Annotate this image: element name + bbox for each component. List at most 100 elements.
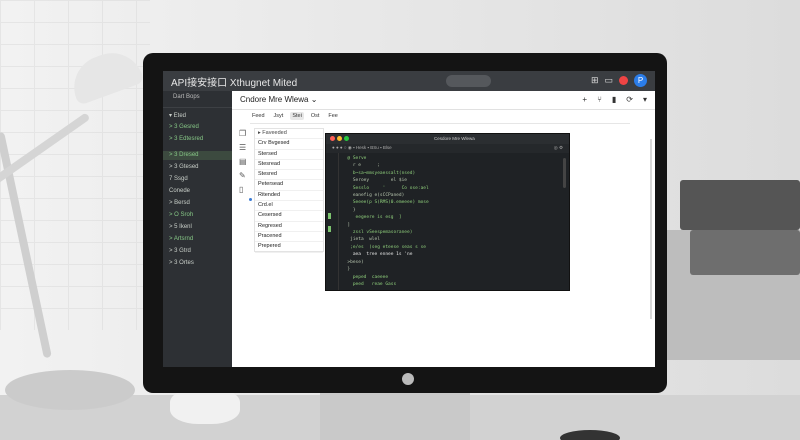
topbar-actions: + ⑂ ▮ ⟳ ▾ (582, 95, 647, 104)
add-icon[interactable]: + (582, 95, 587, 104)
collapse-icon[interactable]: ▭ (604, 74, 613, 87)
branch-icon[interactable]: ⑂ (597, 95, 602, 104)
sidebar-item[interactable]: > 3 Gtesed (169, 164, 199, 170)
tab-fee[interactable]: Fee (326, 112, 339, 120)
editor-scrollbar[interactable] (563, 158, 566, 188)
user-avatar[interactable]: P (634, 74, 647, 87)
sidebar-item[interactable]: > 3 Edtesred (169, 136, 203, 142)
list-icon[interactable]: ☰ (239, 143, 248, 152)
main-panel: Cndore Mre Wlewa ⌄ + ⑂ ▮ ⟳ ▾ Feed Jsyt S… (232, 91, 655, 367)
sidebar-header-label: Dart Bops (173, 94, 200, 100)
sidebar: Dart Bops ▾ Eted > 3 Gesred > 3 Edtesred… (163, 91, 232, 367)
sync-icon[interactable]: ⟳ (626, 95, 633, 104)
code-line: @ Serve (342, 156, 367, 161)
panel-icon[interactable]: ▮ (612, 95, 616, 104)
sidebar-item[interactable]: > 3 Gesred (169, 124, 199, 130)
list-item[interactable]: Stesred (255, 170, 323, 181)
code-line: peped caeeee (342, 274, 389, 280)
selection-indicator (249, 198, 252, 201)
list-item[interactable]: Crv Bvgesed (255, 139, 323, 150)
edit-icon[interactable]: ✎ (239, 171, 248, 180)
code-area[interactable]: @ Serve r e ; b~sa~mmsyeaessalt(nsed) Se… (342, 155, 429, 288)
desk-cup (170, 388, 240, 424)
book-stack (680, 180, 800, 230)
code-line: >bese) (342, 259, 364, 265)
list-item[interactable]: Stersed (255, 150, 323, 160)
sidebar-item[interactable]: > O Sroh (169, 212, 193, 218)
file-list: ▸ Faveeded Crv Bvgesed Stersed Stesread … (254, 128, 324, 253)
list-item[interactable]: ▸ Faveeded (255, 129, 323, 140)
notification-icon[interactable] (619, 76, 628, 85)
monitor-screen: API接安接口 Xthugnet Mited ⊞ ▭ P Dart Bops ▾… (163, 71, 655, 367)
list-item[interactable]: Crd.el (255, 201, 323, 212)
code-line: eanefig e(sCCPaned) (342, 193, 405, 199)
code-line: peed reae Gass (342, 281, 397, 287)
copy-icon[interactable]: ❐ (239, 129, 248, 138)
tab-feed[interactable]: Feed (250, 112, 267, 120)
code-line: ;e/es (seg eteese seas s se (342, 244, 426, 250)
code-line: Seroey el $ie (342, 178, 408, 184)
tab-jsyt[interactable]: Jsyt (272, 112, 286, 120)
code-line: r e ; (342, 163, 380, 169)
main-scrollbar[interactable] (650, 139, 652, 319)
maximize-window-button[interactable] (344, 136, 349, 141)
tab-stei[interactable]: Stei (290, 112, 304, 120)
computer-mouse (560, 430, 620, 440)
chevron-down-icon[interactable]: ▾ (643, 95, 647, 104)
apps-icon[interactable]: ⊞ (591, 74, 599, 87)
sidebar-item[interactable]: > Artsrnd (169, 236, 193, 242)
list-item[interactable]: Pracened (255, 232, 323, 243)
sidebar-item[interactable]: > Bersd (169, 200, 190, 206)
tab-divider (250, 123, 630, 124)
minimize-window-button[interactable] (337, 136, 342, 141)
app-titlebar: API接安接口 Xthugnet Mited ⊞ ▭ P (163, 71, 655, 91)
close-window-button[interactable] (330, 136, 335, 141)
book-stack-lower (690, 230, 800, 275)
project-selector[interactable]: Cndore Mre Wlewa ⌄ (240, 95, 317, 104)
document-icon[interactable]: ▤ (239, 157, 248, 166)
list-item[interactable]: Prepered (255, 242, 323, 253)
sidebar-item[interactable]: > 5 Ikenl (169, 224, 192, 230)
code-line: } (342, 207, 356, 213)
tab-bar: Feed Jsyt Stei Ost Fee (250, 112, 340, 120)
sidebar-item[interactable]: > 3 Dresed (169, 152, 199, 158)
editor-toolbar: ● ● ● ○ ◉ ▪ Hesk ▪ BSu ▪ Blse ◎ ⚙ (326, 144, 569, 153)
list-item[interactable]: Stesread (255, 160, 323, 171)
sidebar-item[interactable]: ▾ Eted (169, 112, 186, 119)
vertical-toolbar: ❐ ☰ ▤ ✎ ▯ (239, 129, 248, 194)
git-change-marker (328, 213, 331, 219)
list-item[interactable]: Petersead (255, 180, 323, 191)
titlebar-search-pill[interactable] (446, 75, 491, 87)
editor-filename: Cesdore Mre Wlewa (434, 136, 475, 141)
code-line: aea tree ennee 1s 'ne (342, 252, 413, 258)
code-line: eegeere is esg ] (342, 215, 402, 221)
code-line: Sesslo ' Co ose:ael (342, 185, 429, 191)
code-line: b~sa~mmsyeaessalt(nsed) (342, 170, 416, 176)
titlebar-icons: ⊞ ▭ P (591, 74, 647, 87)
list-item[interactable]: Regresed (255, 222, 323, 232)
sidebar-item[interactable]: > 3 Ortes (169, 260, 194, 266)
code-editor-window: Cesdore Mre Wlewa ● ● ● ○ ◉ ▪ Hesk ▪ BSu… (325, 133, 570, 291)
sidebar-item[interactable]: 7 Ssgd (169, 176, 188, 182)
sidebar-item[interactable]: Conede (169, 188, 190, 194)
desk-lamp-base (5, 370, 135, 410)
code-line: ] (342, 222, 351, 228)
code-line: Seeee(p S(RMS)0.emeeee) mose (342, 200, 429, 206)
tab-ost[interactable]: Ost (309, 112, 322, 120)
editor-titlebar: Cesdore Mre Wlewa (326, 134, 569, 144)
sidebar-item[interactable]: > 3 Gtrd (169, 248, 191, 254)
editor-toolbar-left[interactable]: ● ● ● ○ ◉ ▪ Hesk ▪ BSu ▪ Blse (332, 145, 392, 151)
git-change-marker (328, 226, 331, 232)
editor-toolbar-right[interactable]: ◎ ⚙ (554, 145, 563, 151)
code-line: jieta wlel (342, 237, 380, 243)
apple-logo-icon (402, 373, 414, 385)
editor-gutter (326, 153, 339, 290)
list-item[interactable]: Cesersed (255, 211, 323, 222)
list-item[interactable]: Ritended (255, 191, 323, 202)
main-topbar: Cndore Mre Wlewa ⌄ + ⑂ ▮ ⟳ ▾ (232, 91, 655, 110)
sidebar-header: Dart Bops (163, 91, 232, 108)
file-icon[interactable]: ▯ (239, 185, 248, 194)
window-title: API接安接口 Xthugnet Mited (171, 78, 298, 89)
photo-scene: API接安接口 Xthugnet Mited ⊞ ▭ P Dart Bops ▾… (0, 0, 800, 440)
code-line: } (342, 267, 351, 273)
